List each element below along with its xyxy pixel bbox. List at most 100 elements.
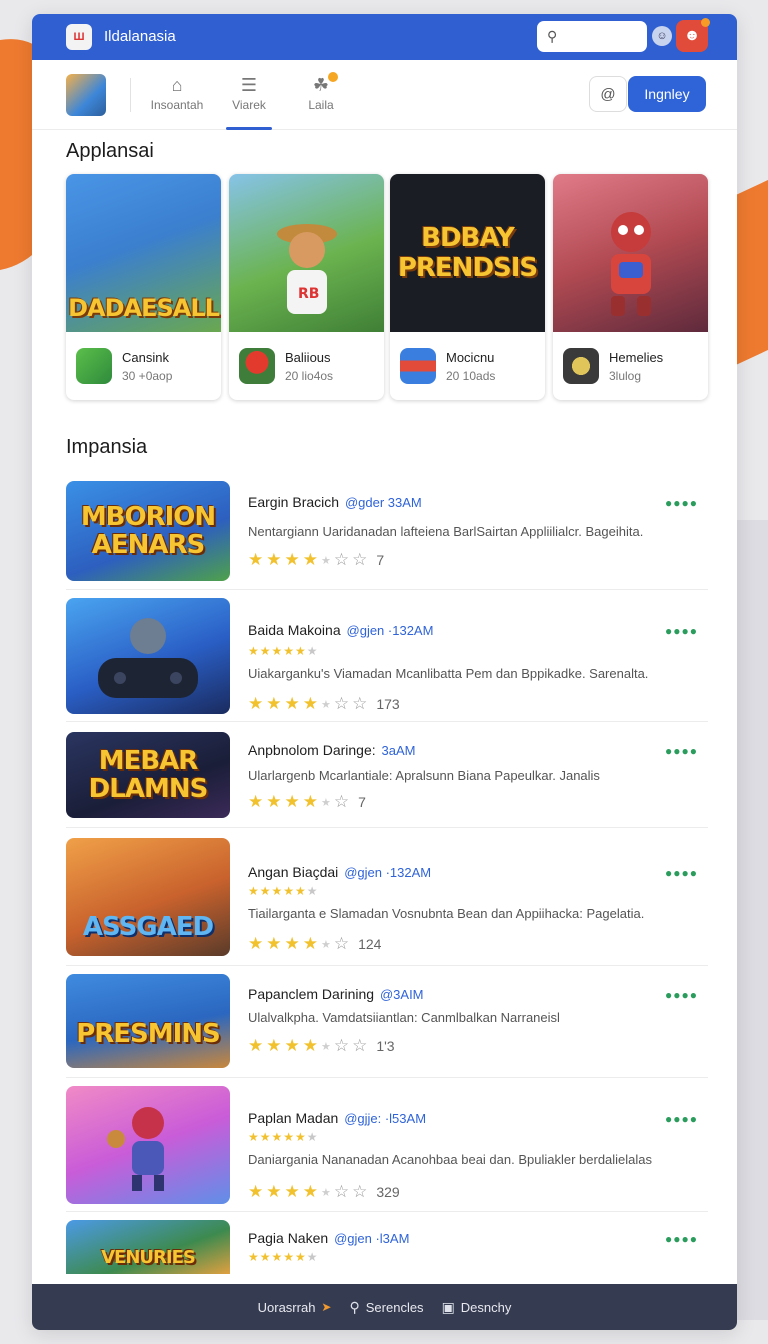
- app-window: Ш Ildalanasia ⚲ ☺ ☻ ⌂ Insoantah ☰ Viarek…: [32, 14, 737, 1330]
- item-name: Pagia Naken: [248, 1230, 329, 1246]
- thumbnail-title: PRESMINS: [76, 1019, 221, 1049]
- list-item[interactable]: MBORION AENARS Eargin Bracich @gder 33AM…: [66, 474, 708, 590]
- item-title: Pagia Naken @gjen ·l3AM: [248, 1230, 409, 1246]
- game-thumbnail: PRESMINS: [66, 974, 230, 1068]
- item-description: Uiakarganku's Viamadan Mcanlibatta Pem d…: [248, 666, 649, 681]
- star-rating: ★★★★ ★ ☆☆ 329: [248, 1182, 400, 1201]
- bottom-item-search[interactable]: ⚲ Serencles: [349, 1299, 423, 1316]
- item-tag: @gder 33AM: [344, 495, 422, 510]
- game-artwork: [553, 174, 708, 332]
- item-tag: 3aAM: [381, 743, 416, 758]
- card-info: Mocicnu 20 10ads: [390, 332, 545, 400]
- star-rating: ★★★★ ★ ☆ 124: [248, 934, 382, 953]
- bottom-bar: Uorasrrah ➤ ⚲ Serencles ▣ Desnchy: [32, 1284, 737, 1330]
- star-rating: ★★★★ ★ ☆☆ 173: [248, 694, 400, 713]
- notification-dot: [701, 18, 710, 27]
- thumbnail-title: VENURIES: [101, 1247, 196, 1268]
- divider: [130, 78, 131, 112]
- bottom-item-label: Serencles: [365, 1299, 424, 1315]
- help-icon[interactable]: ☺: [652, 26, 672, 46]
- mini-star-rating: ★★★★★★: [248, 884, 319, 898]
- item-title: Baida Makoina @gjen ·132AM: [248, 622, 433, 638]
- gamepad-illustration: [98, 618, 198, 698]
- bottom-item-home[interactable]: Uorasrrah ➤: [258, 1300, 332, 1315]
- more-options-icon[interactable]: ●●●●: [665, 866, 698, 880]
- item-name: Paplan Madan: [248, 1110, 339, 1126]
- notification-badge: [328, 72, 338, 82]
- game-artwork: DADAESALL: [66, 174, 221, 332]
- item-title: Eargin Bracich @gder 33AM: [248, 494, 422, 510]
- thumbnail-title: MBORION AENARS: [80, 502, 216, 560]
- item-description: Ularlargenb Mcarlantiale: Apralsunn Bian…: [248, 768, 600, 783]
- item-description: Tiailarganta e Slamadan Vosnubnta Bean d…: [248, 906, 645, 921]
- thumbnail-title: ASSGAED: [82, 912, 214, 942]
- star-rating: ★★★★ ★ ☆☆ 7: [248, 550, 385, 569]
- more-options-icon[interactable]: ●●●●: [665, 744, 698, 758]
- hero-illustration: [107, 1107, 164, 1191]
- item-tag: @gjen ·132AM: [344, 865, 432, 880]
- list-item[interactable]: MEBAR DLAMNS Anpbnolom Daringe: 3aAM ●●●…: [66, 722, 708, 828]
- section-title-featured: Applansai: [66, 140, 154, 162]
- more-options-icon[interactable]: ●●●●: [665, 1112, 698, 1126]
- item-description: Daniargania Nananadan Acanohbaa beai dan…: [248, 1152, 653, 1167]
- tab-label: Laila: [308, 98, 334, 112]
- artwork-title: DADAESALL: [68, 294, 220, 322]
- featured-card[interactable]: BDBAY PRENDSIS Mocicnu 20 10ads: [390, 174, 545, 400]
- star-rating: ★★★★ ★ ☆ 7: [248, 792, 366, 811]
- more-options-icon[interactable]: ●●●●: [665, 624, 698, 638]
- game-artwork: BDBAY PRENDSIS: [390, 174, 545, 332]
- item-name: Angan Biaçdai: [248, 864, 339, 880]
- game-meta: 30 +0aop: [122, 369, 173, 383]
- game-artwork: RB: [229, 174, 384, 332]
- item-name: Eargin Bracich: [248, 494, 340, 510]
- tab-notifications[interactable]: ☘ Laila: [286, 72, 356, 130]
- bottom-item-grid[interactable]: ▣ Desnchy: [442, 1299, 512, 1316]
- featured-card[interactable]: Hemelies 3lulog: [553, 174, 708, 400]
- item-name: Anpbnolom Daringe:: [248, 742, 376, 758]
- mini-star-rating: ★★★★★★: [248, 1130, 319, 1144]
- robot-illustration: [610, 212, 651, 316]
- list-item[interactable]: PRESMINS Papanclem Darining @3AIM ●●●● U…: [66, 966, 708, 1078]
- item-tag: @gjen ·132AM: [346, 623, 434, 638]
- item-title: Angan Biaçdai @gjen ·132AM: [248, 864, 431, 880]
- tab-view[interactable]: ☰ Viarek: [214, 72, 284, 130]
- item-title: Anpbnolom Daringe: 3aAM: [248, 742, 416, 758]
- item-name: Papanclem Darining: [248, 986, 375, 1002]
- card-info: Baliious 20 lio4os: [229, 332, 384, 400]
- profile-thumbnail[interactable]: [66, 74, 106, 116]
- tab-home[interactable]: ⌂ Insoantah: [142, 72, 212, 130]
- item-title: Papanclem Darining @3AIM: [248, 986, 424, 1002]
- list-icon: ☰: [240, 75, 258, 95]
- game-name: Cansink: [122, 350, 169, 365]
- section-title-list: Impansia: [66, 436, 148, 458]
- rating-count: 173: [376, 696, 400, 712]
- more-options-icon[interactable]: ●●●●: [665, 496, 698, 510]
- bottom-item-label: Uorasrrah: [257, 1299, 316, 1315]
- rating-count: 7: [376, 552, 385, 568]
- item-tag: @3AIM: [379, 987, 424, 1002]
- more-options-icon[interactable]: ●●●●: [665, 1232, 698, 1246]
- more-options-icon[interactable]: ●●●●: [665, 988, 698, 1002]
- list-item[interactable]: Baida Makoina @gjen ·132AM ●●●● ★★★★★★ U…: [66, 590, 708, 722]
- rating-count: 7: [358, 794, 366, 810]
- search-input[interactable]: ⚲: [537, 21, 647, 52]
- mention-button[interactable]: @: [589, 76, 627, 112]
- item-description: Nentargiann Uaridanadan lafteiena BarlSa…: [248, 524, 644, 539]
- login-button[interactable]: Ingnley: [628, 76, 706, 112]
- app-logo-icon: Ш: [66, 24, 92, 50]
- at-icon: @: [600, 85, 616, 103]
- list-item[interactable]: VENURIES Pagia Naken @gjen ·l3AM ●●●● ★★…: [66, 1212, 708, 1274]
- tab-label: Viarek: [232, 98, 266, 112]
- star-rating: ★★★★ ★ ☆☆ 1'3: [248, 1036, 395, 1055]
- avatar[interactable]: ☻: [676, 18, 710, 52]
- featured-card[interactable]: RB Baliious 20 lio4os: [229, 174, 384, 400]
- rating-count: 124: [358, 936, 382, 952]
- item-tag: @gjen ·l3AM: [334, 1231, 410, 1246]
- item-name: Baida Makoina: [248, 622, 341, 638]
- list-item[interactable]: Paplan Madan @gjje: ·l53AM ●●●● ★★★★★★ D…: [66, 1078, 708, 1212]
- game-meta: 20 lio4os: [285, 369, 334, 383]
- list-item[interactable]: ASSGAED Angan Biaçdai @gjen ·132AM ●●●● …: [66, 828, 708, 966]
- game-thumbnail: VENURIES: [66, 1220, 230, 1274]
- featured-card[interactable]: DADAESALL Cansink 30 +0aop: [66, 174, 221, 400]
- game-icon: [400, 348, 436, 384]
